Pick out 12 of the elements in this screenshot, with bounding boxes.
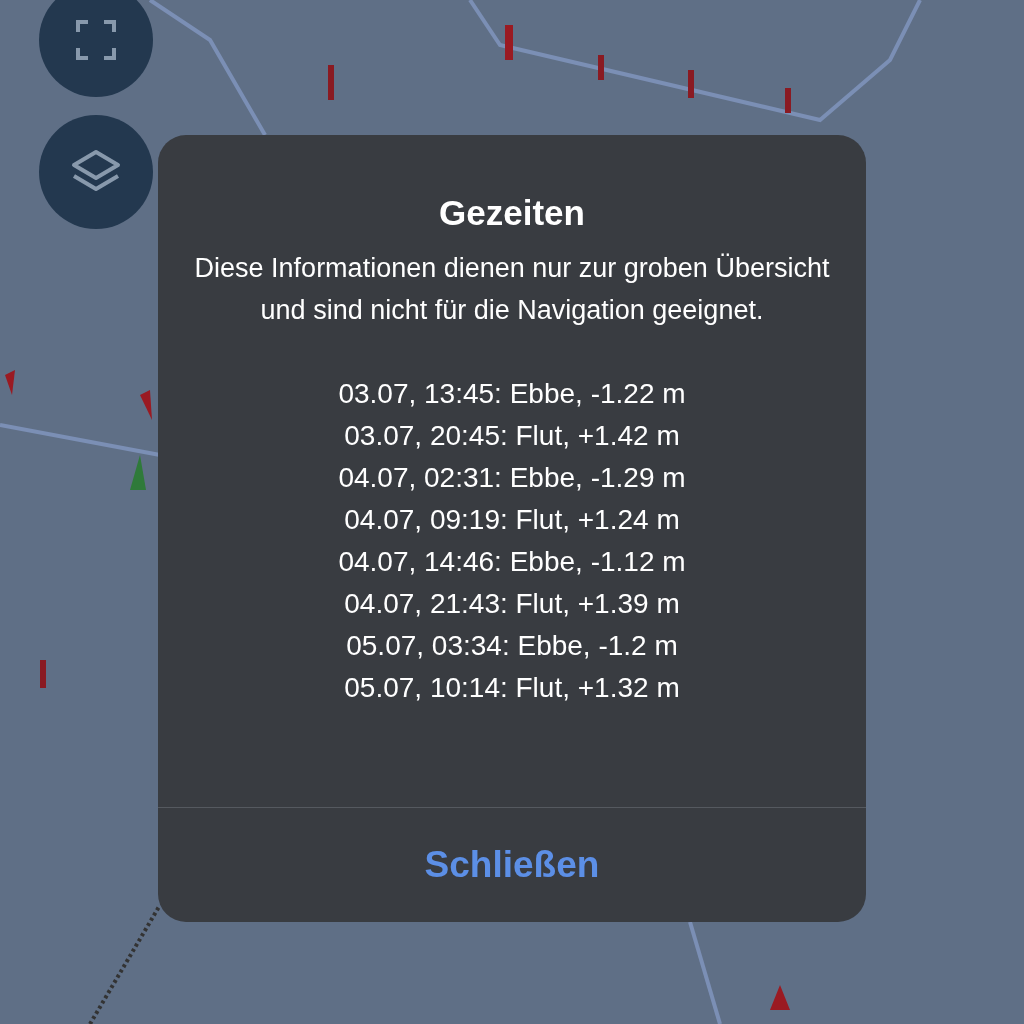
tide-entry: 04.07, 09:19: Flut, +1.24 m (344, 503, 680, 537)
tide-entry: 03.07, 13:45: Ebbe, -1.22 m (338, 377, 686, 411)
tide-entry: 05.07, 03:34: Ebbe, -1.2 m (346, 629, 678, 663)
tide-entry: 04.07, 21:43: Flut, +1.39 m (344, 587, 680, 621)
tide-entry: 05.07, 10:14: Flut, +1.32 m (344, 671, 680, 705)
dialog-title: Gezeiten (439, 192, 585, 234)
tide-entry: 04.07, 14:46: Ebbe, -1.12 m (338, 545, 686, 579)
tide-entry: 03.07, 20:45: Flut, +1.42 m (344, 419, 680, 453)
close-button[interactable]: Schließen (158, 808, 866, 922)
fullscreen-icon (76, 20, 116, 60)
dialog-message: Diese Informationen dienen nur zur groben Übersicht und sind nicht für die Navigation geeignet. (193, 252, 831, 327)
tide-entry: 04.07, 02:31: Ebbe, -1.29 m (338, 461, 686, 495)
